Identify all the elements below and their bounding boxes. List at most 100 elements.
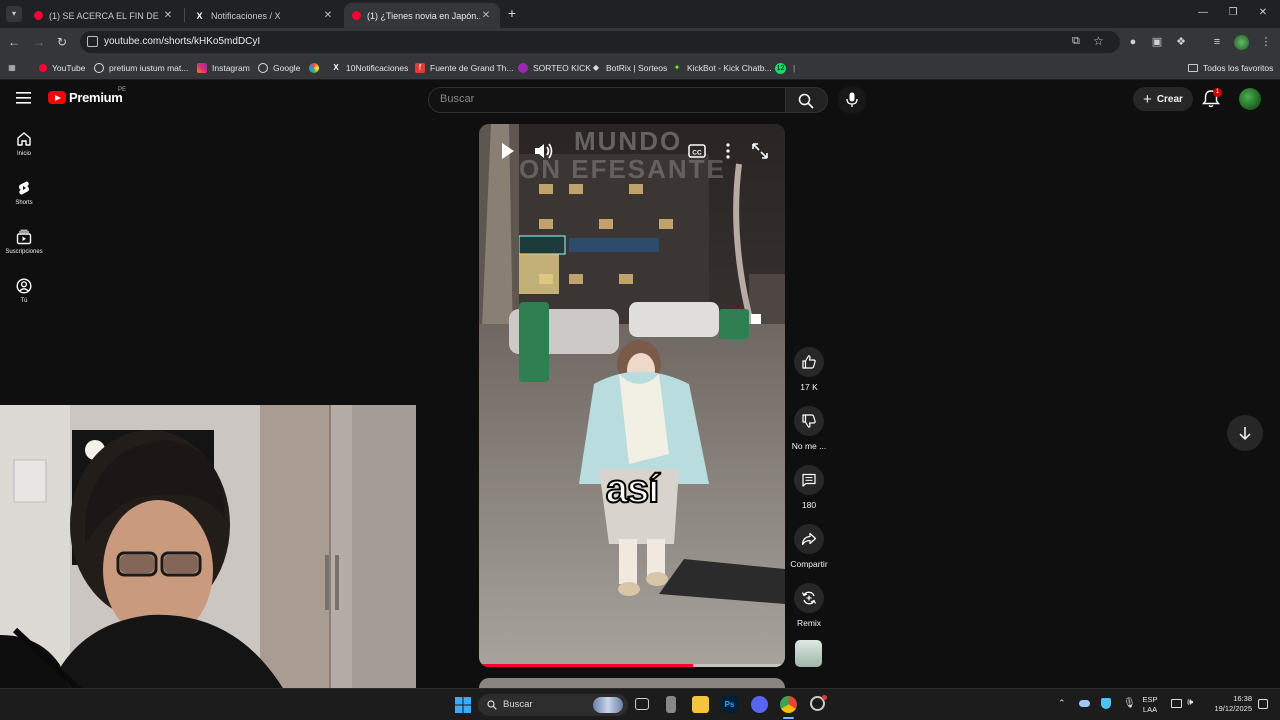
notification-center-icon[interactable] bbox=[1258, 699, 1268, 709]
search-input[interactable] bbox=[440, 93, 770, 105]
close-tab-icon[interactable]: ✕ bbox=[480, 10, 492, 21]
volume-tray-icon[interactable]: 🕪 bbox=[1187, 697, 1193, 708]
windows-start-icon[interactable] bbox=[455, 697, 471, 713]
fullscreen-icon[interactable] bbox=[749, 140, 771, 162]
chrome-icon[interactable] bbox=[780, 696, 797, 713]
forward-icon[interactable]: → bbox=[31, 34, 47, 50]
google-icon bbox=[258, 63, 268, 73]
input-language[interactable]: ESP LAA bbox=[1140, 695, 1160, 715]
video-progress-bar[interactable] bbox=[479, 664, 785, 667]
comment-icon bbox=[802, 473, 816, 487]
comments-action[interactable]: 180 bbox=[788, 465, 830, 510]
whatsapp-icon: 12 bbox=[775, 62, 786, 74]
folder-icon bbox=[1188, 64, 1198, 72]
bookmark-google[interactable]: Google bbox=[258, 61, 300, 75]
share-action[interactable]: Compartir bbox=[788, 524, 830, 569]
back-icon[interactable]: ← bbox=[6, 34, 22, 50]
like-action[interactable]: 17 K bbox=[788, 347, 830, 392]
install-app-icon[interactable]: ⧉ bbox=[1072, 35, 1080, 48]
shorts-icon bbox=[19, 181, 29, 195]
bookmark-star-icon[interactable]: ☆ bbox=[1093, 34, 1104, 48]
plus-icon: + bbox=[1143, 90, 1152, 108]
browser-tab-2[interactable]: X Notificaciones / X ✕ bbox=[186, 3, 342, 28]
sidebar-item-shorts[interactable]: Shorts bbox=[0, 180, 48, 206]
like-count: 17 K bbox=[800, 382, 818, 392]
sound-thumbnail[interactable] bbox=[795, 640, 822, 667]
remix-action[interactable]: Remix bbox=[788, 583, 830, 628]
extension-icon[interactable]: ● bbox=[1125, 34, 1141, 50]
sidebar-item-tu[interactable]: Tú bbox=[0, 278, 48, 304]
taskbar-app-icon[interactable] bbox=[666, 696, 676, 713]
site-info-icon[interactable] bbox=[87, 36, 98, 47]
account-avatar[interactable] bbox=[1239, 88, 1261, 110]
new-tab-button[interactable]: + bbox=[504, 5, 520, 21]
show-hidden-icons[interactable]: ⌃ bbox=[1058, 698, 1066, 709]
youtube-premium-logo[interactable]: Premium PE bbox=[48, 87, 126, 105]
extension-icon[interactable]: ▣ bbox=[1149, 34, 1165, 50]
kickbot-icon: ✦ bbox=[673, 63, 681, 72]
profile-avatar[interactable] bbox=[1234, 35, 1249, 50]
all-bookmarks-folder[interactable]: Todos los favoritos bbox=[1188, 61, 1273, 75]
svg-text:CC: CC bbox=[692, 150, 702, 157]
address-bar[interactable]: youtube.com/shorts/kHKo5mdDCyI ⧉ ☆ bbox=[80, 31, 1120, 53]
bookmark-gta-font[interactable]: f Fuente de Grand Th... bbox=[415, 61, 513, 75]
sidebar-item-suscripciones[interactable]: Suscripciones bbox=[0, 229, 48, 255]
tab-divider bbox=[184, 8, 185, 22]
bookmark-notificaciones[interactable]: X 10Notificaciones bbox=[331, 61, 408, 75]
next-video-button[interactable] bbox=[1227, 415, 1263, 451]
microphone-tray-icon[interactable]: 🎙 bbox=[1123, 698, 1136, 709]
bookmark-sorteo-kick[interactable]: SORTEO KICK bbox=[518, 61, 591, 75]
bookmark-pinwheel[interactable] bbox=[309, 61, 324, 75]
menu-hamburger-icon[interactable] bbox=[16, 92, 31, 104]
shorts-video-player[interactable]: MUNDO ON EFESANTE CC así bbox=[479, 124, 785, 667]
bookmark-12[interactable]: 12 | bbox=[775, 61, 795, 75]
create-button[interactable]: + Crear bbox=[1133, 87, 1193, 111]
discord-icon[interactable] bbox=[751, 696, 768, 713]
tab-search-button[interactable]: ▾ bbox=[6, 6, 22, 22]
sidebar-item-inicio[interactable]: Inicio bbox=[0, 131, 48, 157]
video-progress-fill bbox=[479, 664, 694, 667]
closed-captions-icon[interactable]: CC bbox=[686, 140, 708, 162]
onedrive-icon[interactable] bbox=[1079, 700, 1090, 707]
more-menu-icon[interactable]: ⋮ bbox=[1258, 34, 1274, 50]
remix-button[interactable] bbox=[794, 583, 824, 613]
close-window-icon[interactable]: ✕ bbox=[1253, 5, 1273, 21]
voice-search-button[interactable] bbox=[838, 86, 866, 114]
x-icon: X bbox=[196, 10, 203, 21]
photoshop-icon[interactable]: Ps bbox=[721, 696, 738, 713]
botrix-icon: ◆ bbox=[592, 63, 600, 72]
dislike-button[interactable] bbox=[794, 406, 824, 436]
like-button[interactable] bbox=[794, 347, 824, 377]
thumbs-up-icon bbox=[802, 355, 816, 369]
more-options-icon[interactable] bbox=[717, 140, 739, 162]
browser-tab-3-active[interactable]: (1) ¿Tienes novia en Japón... y m ✕ bbox=[344, 3, 500, 28]
share-button[interactable] bbox=[794, 524, 824, 554]
play-icon[interactable] bbox=[496, 140, 518, 162]
minimize-icon[interactable]: — bbox=[1193, 5, 1213, 21]
file-explorer-icon[interactable] bbox=[692, 696, 709, 713]
network-icon[interactable] bbox=[1171, 699, 1182, 708]
volume-icon[interactable] bbox=[532, 140, 554, 162]
close-tab-icon[interactable]: ✕ bbox=[162, 10, 174, 21]
bookmark-kickbot[interactable]: ✦ KickBot - Kick Chatb... bbox=[672, 61, 772, 75]
apps-grid-icon[interactable]: ▦ bbox=[7, 61, 22, 75]
security-icon[interactable] bbox=[1101, 698, 1111, 709]
taskbar-search-box[interactable]: Buscar bbox=[478, 694, 628, 716]
search-box[interactable] bbox=[428, 87, 786, 113]
extensions-puzzle-icon[interactable]: ❖ bbox=[1173, 34, 1189, 50]
bookmark-youtube[interactable]: YouTube bbox=[39, 61, 85, 75]
browser-tab-1[interactable]: (1) SE ACERCA EL FIN DE KICK? ✕ bbox=[26, 3, 182, 28]
comments-button[interactable] bbox=[794, 465, 824, 495]
restore-icon[interactable]: ❐ bbox=[1223, 5, 1243, 21]
close-tab-icon[interactable]: ✕ bbox=[322, 10, 334, 21]
bookmark-pretium[interactable]: pretium iustum mat... bbox=[94, 61, 188, 75]
tab-title: (1) ¿Tienes novia en Japón... y m bbox=[367, 10, 480, 21]
reading-list-icon[interactable]: ≡ bbox=[1209, 34, 1225, 50]
bookmark-botrix[interactable]: ◆ BotRix | Sorteos bbox=[591, 61, 667, 75]
reload-icon[interactable]: ↻ bbox=[54, 34, 70, 50]
dislike-action[interactable]: No me ... bbox=[788, 406, 830, 451]
search-button[interactable] bbox=[786, 87, 828, 113]
clock[interactable]: 16:38 19/12/2025 bbox=[1204, 694, 1252, 714]
bookmark-instagram[interactable]: Instagram bbox=[197, 61, 250, 75]
task-view-icon[interactable] bbox=[635, 698, 649, 710]
